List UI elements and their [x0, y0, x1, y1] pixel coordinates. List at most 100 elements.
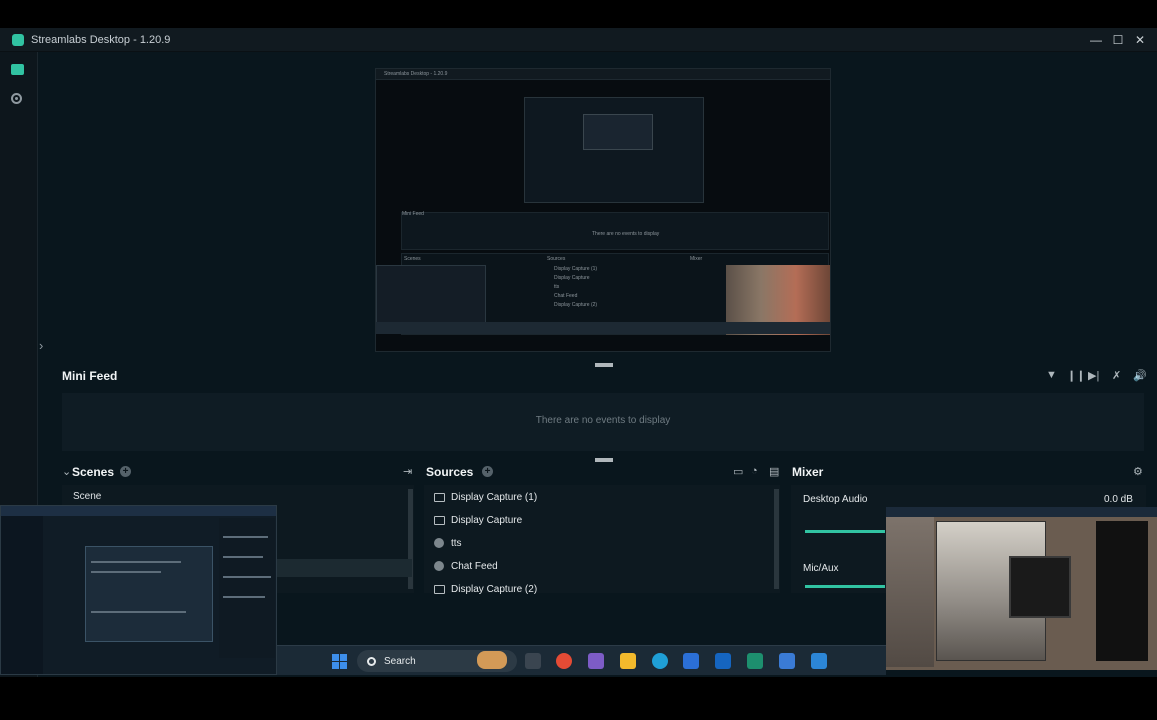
source-item[interactable]: Display Capture — [434, 510, 522, 530]
preview-nested-title: Streamlabs Desktop - 1.20.9 — [384, 71, 448, 77]
source-item[interactable]: Display Capture (1) — [434, 487, 537, 507]
mixer-channel-name: Desktop Audio — [803, 494, 868, 505]
window-title: Streamlabs Desktop - 1.20.9 — [31, 33, 171, 46]
preview-nested-empty: There are no events to display — [592, 231, 660, 237]
app-icon[interactable] — [715, 653, 731, 669]
overlay-screen-capture — [0, 505, 277, 675]
monitor-icon — [434, 492, 445, 502]
overlay-camera-feed — [886, 507, 1157, 670]
add-folder-icon[interactable]: ▤ — [769, 465, 779, 478]
app-icon[interactable] — [588, 653, 604, 669]
overlay-chat-column — [219, 518, 275, 658]
overlay-text-line — [91, 571, 161, 573]
overlay-camera-left — [886, 517, 934, 667]
add-source-icon[interactable]: + — [482, 466, 493, 477]
volume-icon[interactable]: 🔊 — [1133, 369, 1147, 382]
preview-nested-canvas — [524, 97, 704, 203]
source-item[interactable]: Display Capture (2) — [434, 579, 537, 599]
overlay-camera-bar — [886, 507, 1157, 517]
app-icon[interactable] — [811, 653, 827, 669]
streamlabs-logo-icon — [12, 33, 24, 46]
overlay-text-line — [223, 576, 271, 578]
scene-transitions-icon[interactable]: ⇥ — [403, 465, 412, 478]
overlay-text-line — [91, 561, 181, 563]
streamlabs-taskbar-icon[interactable] — [747, 653, 763, 669]
studio-mode-icon[interactable] — [11, 64, 24, 75]
chrome-icon[interactable] — [556, 653, 572, 669]
stream-preview[interactable]: Streamlabs Desktop - 1.20.9 Mini Feed Th… — [375, 68, 831, 352]
desktop-audio-meter[interactable] — [805, 530, 885, 533]
overlay-browser-bar — [1, 506, 276, 516]
collapse-chevron-icon[interactable]: ⌄ — [62, 465, 71, 478]
file-explorer-icon[interactable] — [620, 653, 636, 669]
sources-panel: Display Capture (1) Display Capture tts … — [424, 485, 780, 595]
search-icon — [367, 656, 376, 666]
skip-alert-icon[interactable]: ▶| — [1088, 369, 1099, 382]
overlay-camera-chat — [1096, 521, 1148, 661]
preview-nested-titlebar: Streamlabs Desktop - 1.20.9 — [376, 69, 830, 80]
scenes-title: Scenes — [72, 465, 115, 479]
mixer-channel-db: 0.0 dB — [1104, 494, 1133, 505]
minifeed-panel: There are no events to display — [62, 393, 1144, 451]
preview-nested-scenes: Scenes — [404, 256, 421, 262]
preview-nested-source: Display Capture (2) — [554, 302, 598, 308]
mute-alerts-icon[interactable]: ✗ — [1112, 369, 1121, 382]
sources-scrollbar[interactable] — [774, 489, 779, 589]
preview-nested-canvas-inner — [583, 114, 653, 150]
docks-resize-handle[interactable] — [595, 458, 613, 462]
preview-nested-mixer: Mixer — [690, 256, 703, 262]
overlay-text-line — [91, 611, 186, 613]
preview-nested-minifeed: Mini Feed There are no events to display — [401, 211, 829, 250]
overlay-text-line — [223, 536, 268, 538]
minifeed-title: Mini Feed — [62, 369, 118, 383]
record-icon[interactable] — [11, 93, 22, 104]
overlay-sidebar — [1, 516, 43, 674]
folder-icon[interactable]: ▭ — [733, 465, 743, 478]
window-titlebar: Streamlabs Desktop - 1.20.9 — ☐ ✕ — [0, 28, 1157, 52]
filter-icon[interactable]: ▼ — [1046, 369, 1057, 381]
globe-icon — [434, 538, 444, 548]
search-highlight-icon — [477, 651, 507, 669]
pause-icon[interactable]: ❙❙ — [1067, 369, 1085, 382]
edge-icon[interactable] — [652, 653, 668, 669]
mic-aux-meter[interactable] — [805, 585, 885, 588]
bottom-letterbox — [0, 677, 1157, 720]
source-label: tts — [451, 537, 462, 549]
overlay-pc-tower — [1009, 556, 1071, 618]
scene-selected-row[interactable] — [276, 559, 412, 577]
windows-taskbar: Search — [277, 645, 886, 675]
close-button[interactable]: ✕ — [1129, 28, 1151, 52]
taskbar-search-label: Search — [384, 655, 416, 667]
preview-nested-source: Display Capture — [554, 275, 590, 281]
app-icon[interactable] — [779, 653, 795, 669]
preview-nested-minifeed-title: Mini Feed — [402, 211, 424, 217]
maximize-button[interactable]: ☐ — [1107, 28, 1129, 52]
mixer-channel-name: Mic/Aux — [803, 563, 839, 574]
task-view-icon[interactable] — [525, 653, 541, 669]
source-label: Chat Feed — [451, 560, 498, 572]
app-icon[interactable] — [683, 653, 699, 669]
source-label: Display Capture (1) — [451, 491, 538, 503]
windows-start-icon[interactable] — [332, 654, 347, 669]
overlay-text-line — [223, 556, 263, 558]
source-item[interactable]: tts — [434, 533, 462, 553]
monitor-icon — [434, 515, 445, 525]
sources-title: Sources — [426, 465, 474, 479]
source-label: Display Capture (2) — [451, 583, 538, 595]
minifeed-resize-handle[interactable] — [595, 363, 613, 367]
preview-nested-source: Chat Feed — [554, 293, 578, 299]
minimize-button[interactable]: — — [1085, 28, 1107, 52]
source-item[interactable]: Chat Feed — [434, 556, 498, 576]
scene-item[interactable]: Scene — [62, 485, 414, 507]
preview-nested-sources: Sources — [547, 256, 566, 262]
lock-icon[interactable]: ◔ — [751, 465, 758, 477]
mixer-settings-icon[interactable]: ⚙ — [1133, 465, 1143, 478]
preview-nested-taskbar — [376, 322, 830, 334]
mixer-title: Mixer — [792, 465, 824, 479]
minifeed-empty-text: There are no events to display — [535, 415, 671, 426]
monitor-icon — [434, 584, 445, 594]
preview-nested-source: tts — [554, 284, 560, 290]
add-scene-icon[interactable]: + — [120, 466, 131, 477]
expand-sidebar-icon[interactable]: › — [39, 338, 43, 353]
globe-icon — [434, 561, 444, 571]
